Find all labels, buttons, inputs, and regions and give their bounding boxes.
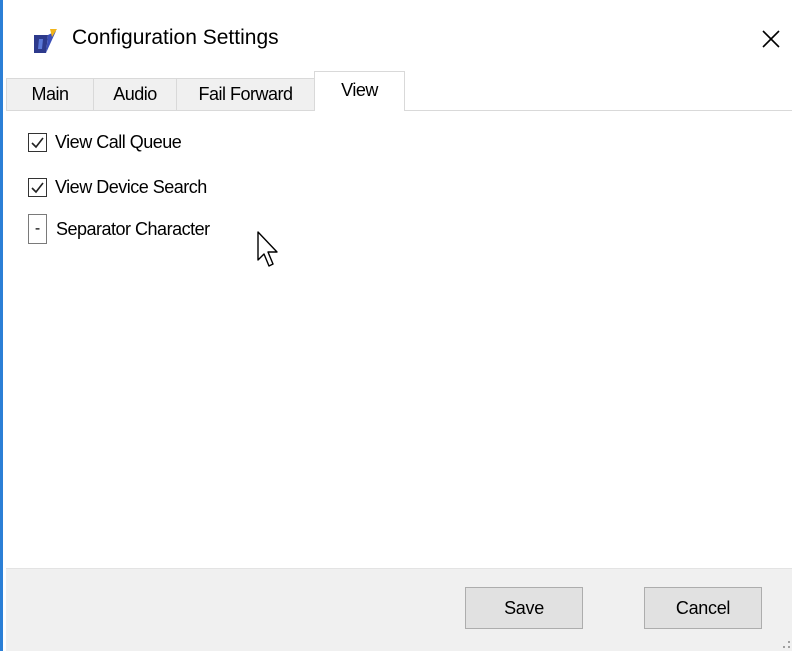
close-icon	[762, 30, 780, 48]
tab-audio[interactable]: Audio	[93, 78, 177, 110]
close-button[interactable]	[753, 21, 789, 57]
view-device-search-label: View Device Search	[55, 177, 207, 197]
mouse-pointer-icon	[256, 230, 282, 272]
title-bar[interactable]: Configuration Settings	[6, 0, 792, 82]
save-button[interactable]: Save	[465, 587, 583, 629]
view-tab-panel: View Call Queue View Device Search - Sep…	[6, 111, 792, 568]
tab-main[interactable]: Main	[6, 78, 94, 110]
app-logo-icon	[32, 29, 58, 55]
separator-character-option: - Separator Character	[28, 214, 210, 244]
view-call-queue-option[interactable]: View Call Queue	[28, 132, 182, 153]
view-device-search-option[interactable]: View Device Search	[28, 177, 207, 198]
separator-character-input[interactable]: -	[28, 214, 47, 244]
window-title: Configuration Settings	[72, 26, 279, 49]
configuration-settings-window: Configuration Settings Main Audio Fail F…	[0, 0, 792, 651]
cancel-button[interactable]: Cancel	[644, 587, 762, 629]
separator-character-label: Separator Character	[56, 218, 210, 239]
view-call-queue-label: View Call Queue	[55, 132, 182, 152]
resize-grip-icon[interactable]	[781, 637, 791, 648]
dialog-footer: Save Cancel	[6, 568, 792, 651]
tab-view[interactable]: View	[314, 71, 405, 111]
checkmark-icon	[31, 137, 44, 149]
tab-fail-forward[interactable]: Fail Forward	[176, 78, 315, 110]
view-device-search-checkbox[interactable]	[28, 178, 47, 197]
view-call-queue-checkbox[interactable]	[28, 133, 47, 152]
checkmark-icon	[31, 182, 44, 194]
